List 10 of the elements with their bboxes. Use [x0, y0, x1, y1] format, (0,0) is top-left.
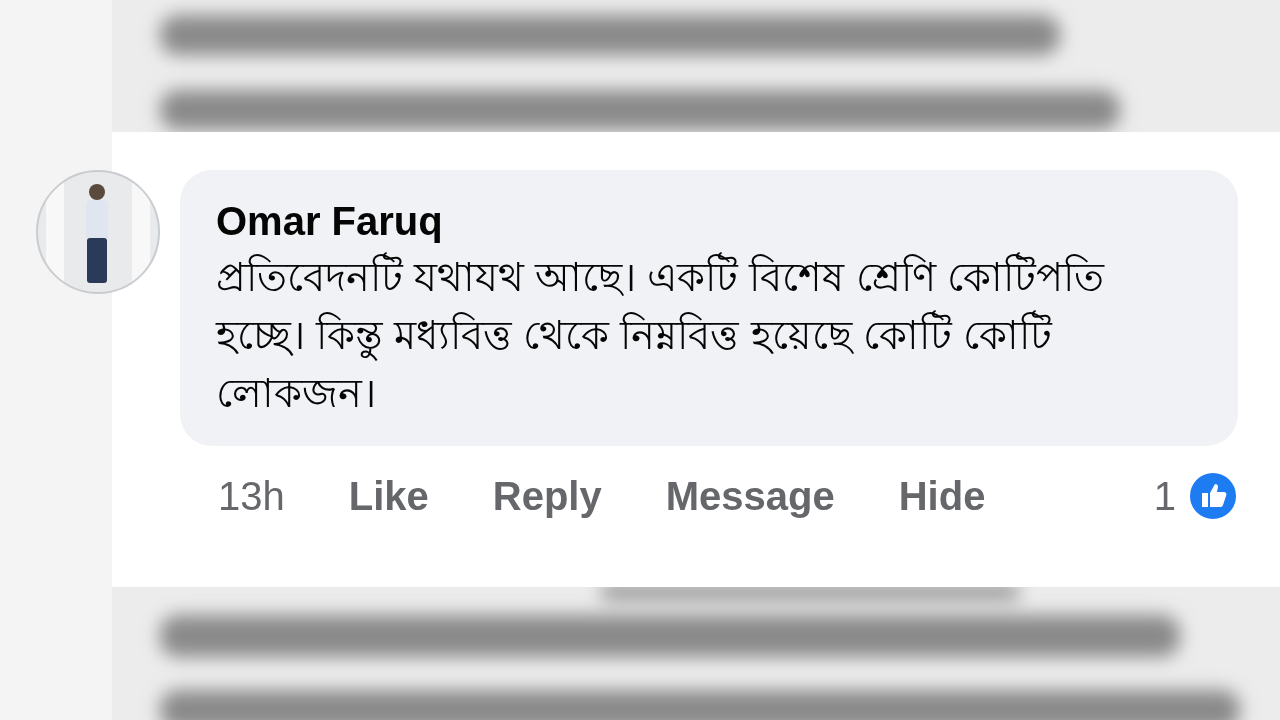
comment-text: প্রতিবেদনটি যথাযথ আছে। একটি বিশেষ শ্রেণি কোটিপতি হচ্ছে। কিন্তু মধ্যবিত্ত থেকে নিম্নবিত্ত হয়েছে কোটি কোটি লোকজন। — [216, 248, 1176, 422]
reaction-count[interactable]: 1 — [1153, 473, 1176, 519]
action-link[interactable]: Like — [348, 473, 429, 519]
action-link[interactable]: Message — [665, 473, 835, 519]
avatar[interactable] — [36, 170, 160, 294]
author-name[interactable]: Omar Faruq — [216, 194, 1202, 248]
like-icon — [1188, 471, 1238, 521]
action-link[interactable]: Reply — [492, 473, 602, 519]
timestamp[interactable]: 13h — [218, 473, 285, 519]
action-link[interactable]: Hide — [898, 473, 986, 519]
